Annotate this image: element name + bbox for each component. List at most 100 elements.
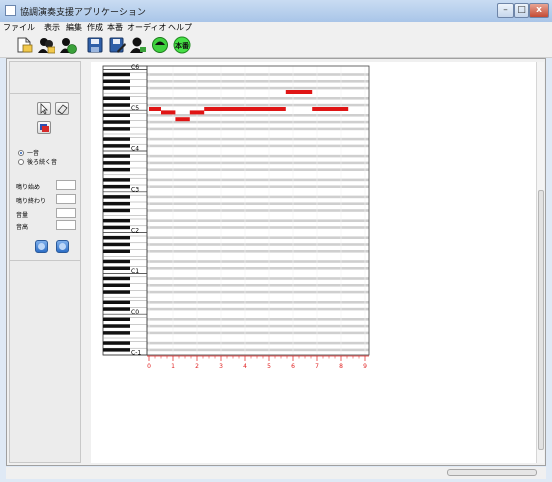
menu-create[interactable]: 作成 <box>87 22 103 33</box>
volume-label: 音量 <box>16 212 29 219</box>
select-icon <box>40 103 48 115</box>
following-note-radio[interactable] <box>18 159 24 165</box>
time-label-9: 9 <box>363 363 367 370</box>
close-button[interactable]: x <box>529 3 549 18</box>
black-key <box>103 79 130 83</box>
grid-row-shaded <box>147 127 369 131</box>
note-4 <box>204 107 286 111</box>
open-people-icon[interactable] <box>37 36 56 54</box>
minimize-button[interactable]: – <box>497 3 514 18</box>
black-key <box>103 341 130 345</box>
black-key <box>103 324 130 328</box>
grid-row-shaded <box>147 284 369 287</box>
import-icon[interactable] <box>129 36 147 54</box>
time-label-5: 5 <box>267 363 271 370</box>
live-mode-label: 本番 <box>174 41 190 50</box>
note-2 <box>175 117 190 122</box>
offset-field[interactable] <box>56 194 76 204</box>
color-tool-button[interactable] <box>37 121 51 134</box>
black-key <box>103 161 130 165</box>
save-icon[interactable] <box>86 36 104 54</box>
black-key <box>103 331 130 335</box>
grid-row-shaded <box>147 301 369 304</box>
export-icon[interactable] <box>151 36 169 54</box>
grid-row-shaded <box>147 178 369 182</box>
menu-help[interactable]: ヘルプ <box>168 22 192 33</box>
black-key <box>103 283 130 287</box>
select-tool-button[interactable] <box>37 102 51 115</box>
grid-row-shaded <box>147 267 369 270</box>
black-key <box>103 290 130 294</box>
grid-row-shaded <box>147 154 369 158</box>
grid-row-shaded <box>147 324 369 328</box>
black-key <box>103 168 130 172</box>
black-key <box>103 144 130 148</box>
time-label-2: 2 <box>195 363 199 370</box>
black-key <box>103 86 130 90</box>
tool-panel-divider <box>10 93 80 94</box>
black-key <box>103 266 130 270</box>
black-key <box>103 307 130 311</box>
note-6 <box>312 107 349 111</box>
black-key <box>103 72 130 77</box>
black-key <box>103 202 130 206</box>
open-add-icon[interactable] <box>59 36 77 54</box>
eraser-tool-button[interactable] <box>55 102 69 115</box>
window-title: 協調演奏支援アプリケーション <box>20 8 146 18</box>
single-note-label: 一音 <box>27 150 40 157</box>
live-mode-icon[interactable]: 本番 <box>173 36 191 54</box>
horizontal-scroll-thumb[interactable] <box>447 469 537 476</box>
piano-roll[interactable]: C6 C5 C4 C3 C2 C1 C0 C-1 0 1 2 3 4 5 6 7 8 9 <box>91 62 536 463</box>
grid-row-shaded <box>147 260 369 263</box>
menu-file[interactable]: ファイル <box>3 22 35 33</box>
vertical-scroll-thumb[interactable] <box>538 190 544 450</box>
grid-row-shaded <box>147 209 369 212</box>
following-note-label: 後ろ続く音 <box>27 159 58 166</box>
black-key <box>103 225 130 230</box>
black-key <box>103 300 130 304</box>
black-key <box>103 259 130 264</box>
onset-field[interactable] <box>56 180 76 190</box>
volume-field[interactable] <box>56 208 76 218</box>
time-label-3: 3 <box>219 363 223 370</box>
save-as-icon[interactable] <box>108 36 126 54</box>
note-0 <box>149 107 161 111</box>
grid-row-shaded <box>147 341 369 345</box>
octave-label-C2: C2 <box>131 227 139 234</box>
maximize-button[interactable]: □ <box>514 3 529 18</box>
grid-row-shaded <box>147 236 369 239</box>
octave-label-C0: C0 <box>131 309 139 316</box>
grid-row-shaded <box>147 250 369 253</box>
octave-label-C5: C5 <box>131 105 139 112</box>
menu-edit[interactable]: 編集 <box>66 22 82 33</box>
black-key <box>103 208 130 213</box>
new-file-icon[interactable] <box>15 36 33 54</box>
note-3 <box>189 110 205 115</box>
grid-row-shaded <box>147 331 369 335</box>
menu-live[interactable]: 本番 <box>107 22 123 33</box>
eraser-icon <box>57 104 68 115</box>
grid-row-shaded <box>147 114 369 117</box>
pitch-field[interactable] <box>56 220 76 230</box>
grid-row-shaded <box>147 144 369 148</box>
stop-button[interactable] <box>56 240 69 253</box>
menu-audio[interactable]: オーディオ <box>127 22 166 33</box>
menu-bar: ファイル 表示 編集 作成 本番 オーディオ ヘルプ <box>0 22 552 33</box>
app-icon <box>5 5 16 16</box>
title-bar: 協調演奏支援アプリケーション – □ x <box>0 0 552 23</box>
octave-label-C6: C6 <box>131 64 139 71</box>
grid-row-shaded <box>147 290 369 294</box>
single-note-radio[interactable] <box>18 150 24 156</box>
grid-row-shaded <box>147 277 369 280</box>
time-label-4: 4 <box>243 363 247 370</box>
grid-row-shaded <box>147 348 369 352</box>
vertical-scrollbar[interactable] <box>536 62 544 463</box>
time-label-0: 0 <box>147 363 151 370</box>
grid-row-shaded <box>147 243 369 246</box>
grid-row-shaded <box>147 80 369 83</box>
black-key <box>103 219 130 223</box>
piano-roll-canvas[interactable]: C6 C5 C4 C3 C2 C1 C0 C-1 0 1 2 3 4 5 6 7 8 9 <box>91 62 536 463</box>
menu-view[interactable]: 表示 <box>44 22 60 33</box>
play-button[interactable] <box>35 240 48 253</box>
black-key <box>103 249 130 253</box>
